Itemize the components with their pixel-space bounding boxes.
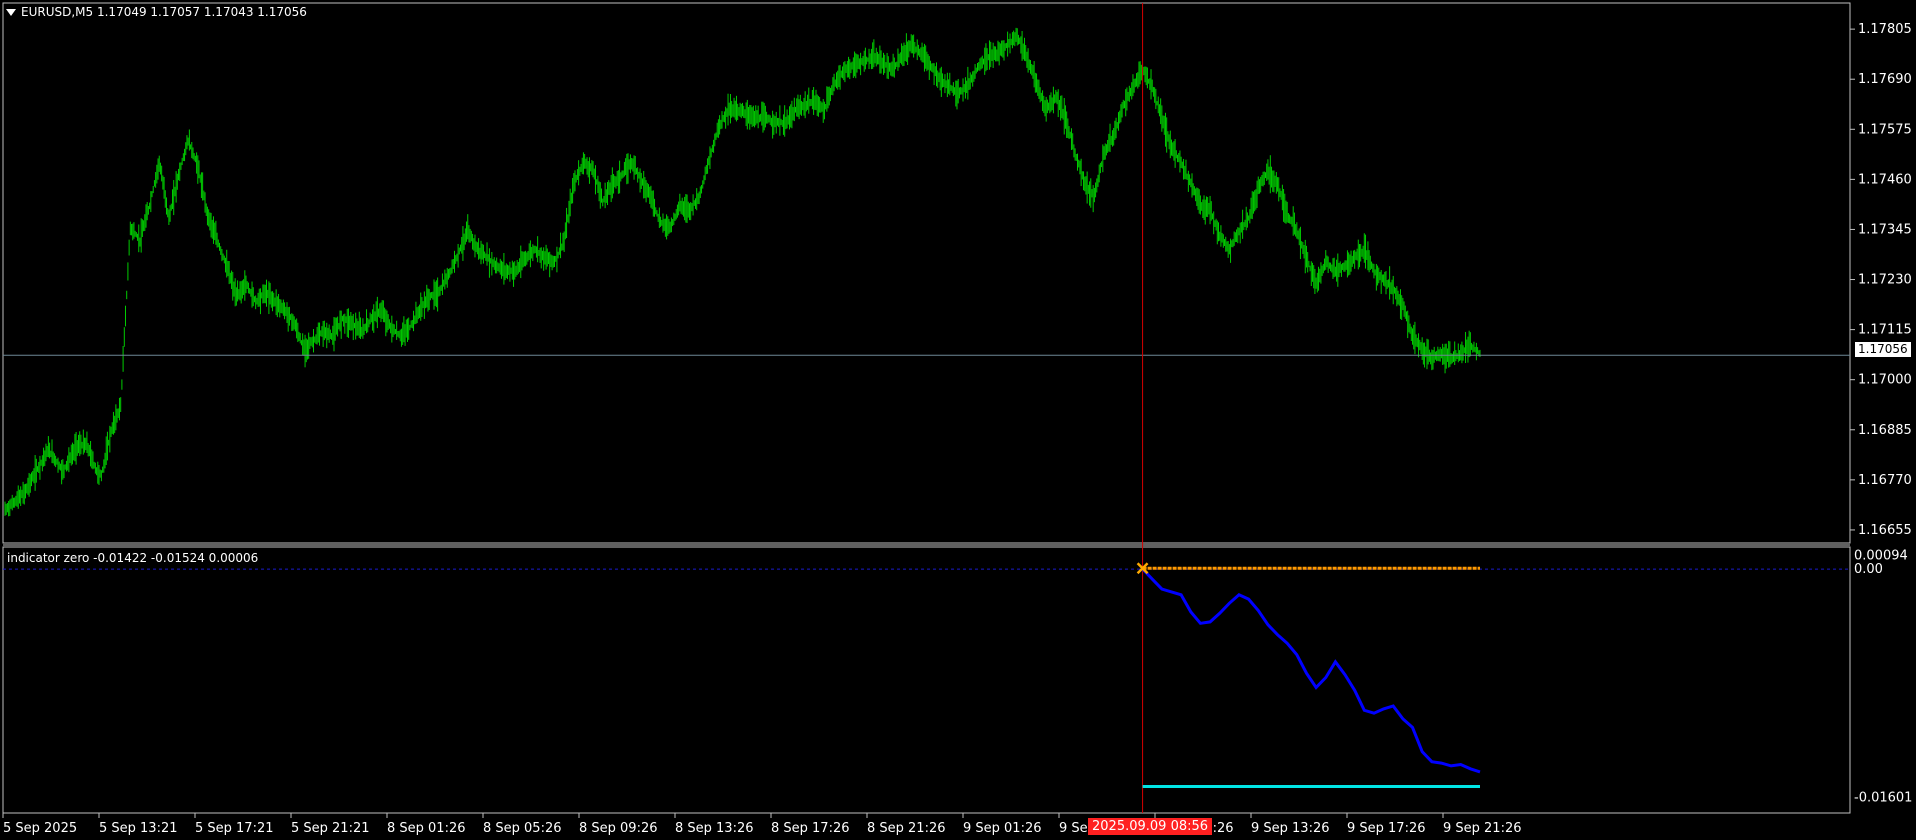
indicator-y-tick-label: 0.00	[1854, 562, 1883, 577]
x-tick-label: 8 Sep 09:26	[579, 821, 658, 836]
x-tick-label: 5 Sep 13:21	[99, 821, 178, 836]
y-tick-label: 1.16770	[1858, 473, 1912, 488]
y-tick-label: 1.17345	[1858, 222, 1912, 237]
x-tick-label: 9 Sep 17:26	[1347, 821, 1426, 836]
chart-canvas[interactable]: 1.17805 1.17690 1.17575 1.17460 1.17345 1.172…	[0, 0, 1916, 840]
triangle-down-icon[interactable]	[6, 9, 16, 16]
y-tick-label: 1.17115	[1858, 323, 1912, 338]
indicator-y-tick-label: -0.01601	[1854, 790, 1912, 805]
y-tick-label: 1.16885	[1858, 423, 1912, 438]
symbol-label: EURUSD,M5	[21, 5, 94, 19]
x-tick-label: 9 Sep 13:26	[1251, 821, 1330, 836]
x-tick-label: 8 Sep 17:26	[771, 821, 850, 836]
x-tick-label: 5 Sep 2025	[3, 821, 77, 836]
x-tick-label: 8 Sep 01:26	[387, 821, 466, 836]
y-tick-label: 1.17460	[1858, 172, 1912, 187]
indicator-main-line	[1141, 568, 1481, 774]
x-tick-label: 9 Sep 21:26	[1443, 821, 1522, 836]
y-tick-label: 1.17805	[1858, 22, 1912, 37]
main-chart-frame	[2, 2, 1851, 544]
indicator-header: indicator zero -0.01422 -0.01524 0.00006	[7, 551, 259, 565]
y-tick-label: 1.17000	[1858, 373, 1912, 388]
y-tick-label: 1.17575	[1858, 122, 1912, 137]
x-tick-label: 9 Sep 01:26	[963, 821, 1042, 836]
indicator-frame	[2, 546, 1851, 814]
current-price-label: 1.17056	[1855, 342, 1911, 357]
main-chart-header: EURUSD,M5 1.17049 1.17057 1.17043 1.1705…	[21, 5, 307, 19]
ohlc-values: 1.17049 1.17057 1.17043 1.17056	[96, 5, 307, 19]
price-bars	[4, 27, 1481, 517]
x-tick-label: 5 Sep 17:21	[195, 821, 274, 836]
crosshair-time-label: 2025.09.09 08:56	[1088, 818, 1213, 835]
x-tick-label: 8 Sep 05:26	[483, 821, 562, 836]
x-tick-label: 8 Sep 13:26	[675, 821, 754, 836]
y-tick-label: 1.16655	[1858, 523, 1912, 538]
y-tick-label: 1.17690	[1858, 72, 1912, 87]
x-tick-label: 5 Sep 21:21	[291, 821, 370, 836]
y-tick-label: 1.17230	[1858, 273, 1912, 288]
x-tick-label: 8 Sep 21:26	[867, 821, 946, 836]
